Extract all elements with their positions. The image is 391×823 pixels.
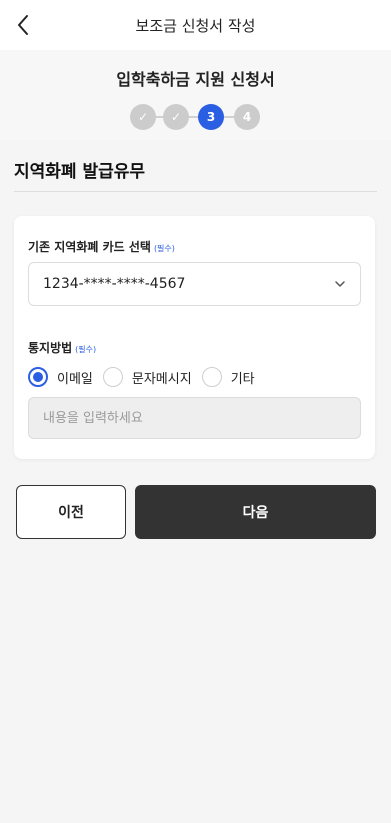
back-button[interactable] bbox=[10, 12, 36, 38]
prev-button[interactable]: 이전 bbox=[16, 485, 126, 539]
notify-radio-group: 이메일 문자메시지 기타 bbox=[28, 366, 265, 388]
step-indicator: ✓ ✓ 3 4 bbox=[0, 104, 391, 130]
section-title: 지역화폐 발급유무 bbox=[14, 162, 146, 182]
step-2: ✓ bbox=[163, 104, 189, 130]
step-3: 3 bbox=[198, 104, 224, 130]
section-divider bbox=[14, 191, 377, 192]
card-select-value: 1234-****-****-4567 bbox=[43, 276, 186, 292]
notify-label-text: 통지방법 bbox=[28, 341, 73, 355]
app-header: 보조금 신청서 작성 bbox=[0, 0, 391, 50]
check-icon: ✓ bbox=[170, 110, 182, 124]
radio-email[interactable]: 이메일 bbox=[28, 367, 93, 387]
radio-unchecked-icon bbox=[102, 367, 123, 387]
step-4: 4 bbox=[234, 104, 260, 130]
check-icon: ✓ bbox=[137, 110, 149, 124]
notify-label: 통지방법 (필수) bbox=[28, 339, 96, 356]
required-badge: (필수) bbox=[75, 345, 97, 354]
radio-label: 문자메시지 bbox=[131, 371, 192, 387]
notify-content-input[interactable] bbox=[28, 397, 361, 439]
next-button[interactable]: 다음 bbox=[135, 485, 376, 539]
step-connector-line bbox=[145, 116, 245, 118]
radio-unchecked-icon bbox=[201, 367, 222, 387]
radio-label: 이메일 bbox=[57, 371, 93, 387]
chevron-left-icon bbox=[18, 15, 28, 35]
radio-checked-icon bbox=[28, 367, 48, 387]
form-card: 기존 지역화폐 카드 선택 (필수) 1234-****-****-4567 통… bbox=[14, 216, 375, 459]
radio-sms[interactable]: 문자메시지 bbox=[102, 367, 192, 387]
step-number: 3 bbox=[206, 110, 216, 124]
form-title: 입학축하금 지원 신청서 bbox=[116, 70, 275, 89]
radio-other[interactable]: 기타 bbox=[201, 367, 255, 387]
header-title: 보조금 신청서 작성 bbox=[135, 16, 256, 35]
radio-dot bbox=[33, 372, 43, 382]
card-select-label: 기존 지역화폐 카드 선택 (필수) bbox=[28, 238, 175, 255]
step-1: ✓ bbox=[130, 104, 156, 130]
required-badge: (필수) bbox=[153, 244, 175, 253]
chevron-down-icon bbox=[335, 281, 345, 287]
step-number: 4 bbox=[242, 110, 252, 124]
radio-label: 기타 bbox=[230, 371, 255, 387]
card-select-dropdown[interactable]: 1234-****-****-4567 bbox=[28, 262, 361, 306]
card-select-label-text: 기존 지역화폐 카드 선택 bbox=[28, 240, 151, 254]
